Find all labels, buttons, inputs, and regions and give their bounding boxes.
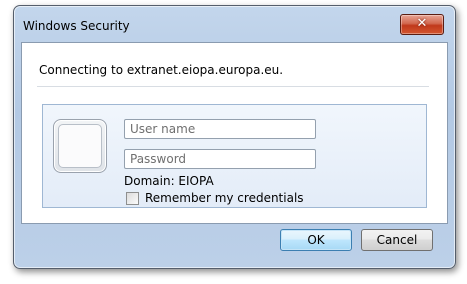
connecting-message: Connecting to extranet.eiopa.europa.eu.: [39, 63, 284, 77]
credential-tile: Domain: EIOPA Remember my credentials: [42, 104, 427, 208]
close-icon: ✕: [416, 16, 428, 31]
password-input[interactable]: [124, 149, 316, 169]
remember-label: Remember my credentials: [145, 191, 304, 205]
dialog-content: Connecting to extranet.eiopa.europa.eu. …: [21, 42, 448, 224]
ok-button[interactable]: OK: [280, 229, 352, 251]
user-tile-icon: [53, 119, 107, 173]
separator-line: [37, 86, 429, 87]
domain-label: Domain: EIOPA: [124, 174, 214, 188]
window-title: Windows Security: [23, 19, 130, 33]
user-tile-frame: [58, 124, 102, 168]
close-button[interactable]: ✕: [400, 14, 444, 35]
windows-security-dialog: Windows Security ✕ Connecting to extrane…: [13, 5, 456, 269]
remember-checkbox[interactable]: [126, 192, 139, 205]
cancel-button[interactable]: Cancel: [361, 229, 433, 251]
username-input[interactable]: [124, 119, 316, 139]
